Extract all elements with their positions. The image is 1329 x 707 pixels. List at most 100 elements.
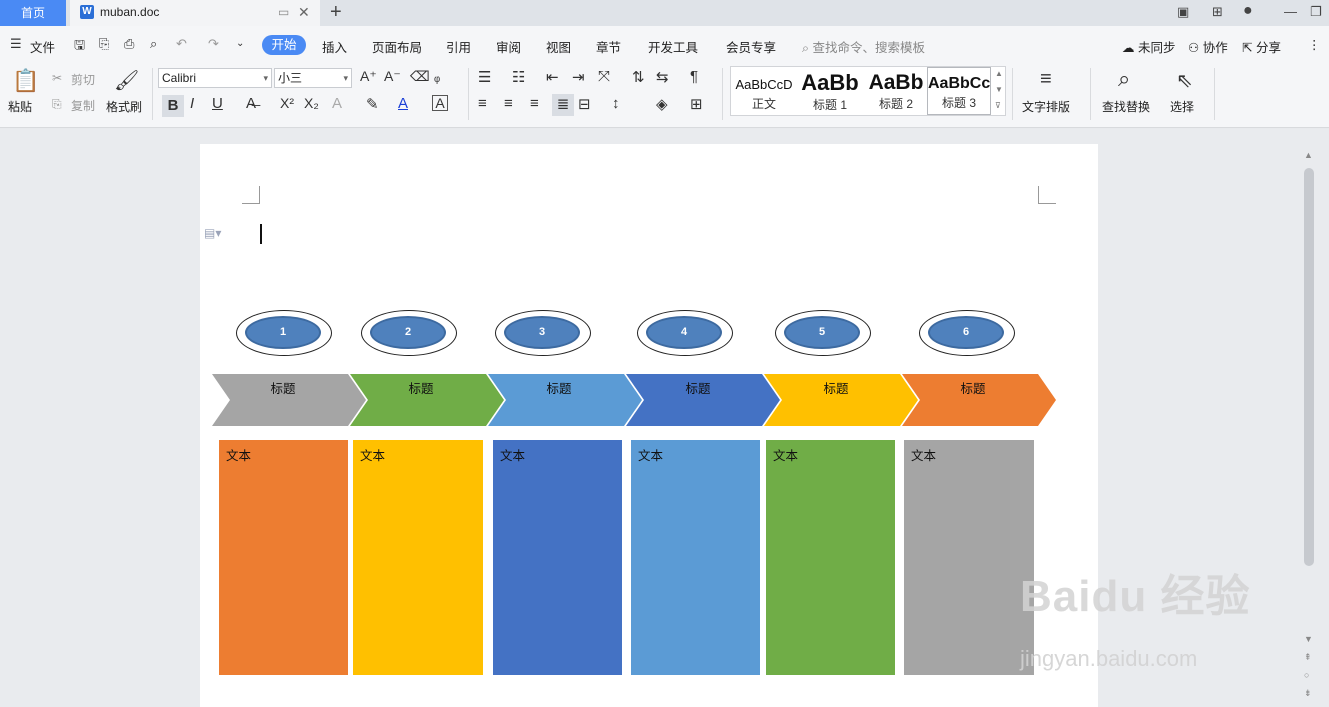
step-oval[interactable]: 6 bbox=[919, 310, 1015, 356]
select-button[interactable]: 选择 bbox=[1170, 98, 1194, 115]
font-color-icon[interactable]: A bbox=[398, 95, 408, 112]
align-center-icon[interactable]: ≡ bbox=[504, 95, 513, 112]
redo-icon[interactable]: ↷ bbox=[208, 36, 219, 52]
export-pdf-icon[interactable]: ⎘ bbox=[99, 36, 109, 52]
copy-button[interactable]: 复制 bbox=[71, 97, 95, 114]
step-oval[interactable]: 1 bbox=[236, 310, 332, 356]
format-painter-button[interactable]: 格式刷 bbox=[106, 98, 142, 115]
tab-page-layout[interactable]: 页面布局 bbox=[372, 37, 422, 56]
step-text-box[interactable]: 文本 bbox=[219, 440, 348, 675]
align-right-icon[interactable]: ≡ bbox=[530, 95, 539, 112]
clipboard-icon[interactable]: 📋 bbox=[12, 68, 39, 94]
scroll-up-icon[interactable]: ▲ bbox=[995, 69, 1003, 78]
show-marks-icon[interactable]: ¶ bbox=[690, 68, 698, 85]
tab-insert[interactable]: 插入 bbox=[322, 37, 347, 56]
step-text-box[interactable]: 文本 bbox=[493, 440, 622, 675]
scroll-down-icon[interactable]: ▼ bbox=[995, 85, 1003, 94]
style-heading-3[interactable]: AaBbCc 标题 3 bbox=[927, 67, 991, 115]
magnifier-icon[interactable]: ⌕ bbox=[1118, 66, 1130, 92]
tab-view[interactable]: 视图 bbox=[546, 37, 571, 56]
tab-developer[interactable]: 开发工具 bbox=[648, 37, 698, 56]
step-oval[interactable]: 5 bbox=[775, 310, 871, 356]
strikethrough-icon[interactable]: A̶ bbox=[246, 95, 256, 112]
phonetic-guide-icon[interactable]: ᵩ bbox=[434, 68, 440, 84]
cut-button[interactable]: 剪切 bbox=[71, 71, 95, 88]
shrink-font-icon[interactable]: A⁻ bbox=[384, 68, 401, 85]
grow-font-icon[interactable]: A⁺ bbox=[360, 68, 377, 85]
subscript-icon[interactable]: X₂ bbox=[304, 95, 319, 111]
font-name-select[interactable]: Calibri ▾ bbox=[158, 68, 272, 88]
sync-status[interactable]: ☁ 未同步 bbox=[1122, 37, 1176, 56]
justify-icon[interactable]: ≣ bbox=[552, 94, 574, 116]
numbered-list-icon[interactable]: ☷ bbox=[512, 68, 525, 86]
save-icon[interactable]: 🖫 bbox=[74, 36, 85, 58]
distribute-icon[interactable]: ⊟ bbox=[578, 95, 591, 113]
step-text-box[interactable]: 文本 bbox=[631, 440, 760, 675]
paragraph-layout-icon[interactable]: ▤▾ bbox=[204, 226, 221, 240]
align-left-icon[interactable]: ≡ bbox=[478, 95, 487, 112]
tab-references[interactable]: 引用 bbox=[446, 37, 471, 56]
find-replace-button[interactable]: 查找替换 bbox=[1102, 98, 1150, 115]
clear-format-icon[interactable]: ⌫ bbox=[410, 68, 430, 85]
bold-icon[interactable]: B bbox=[162, 95, 184, 117]
sort-icon[interactable]: ⇅ bbox=[632, 68, 645, 86]
new-tab-button[interactable]: + bbox=[330, 0, 342, 24]
text-effect-icon[interactable]: A bbox=[332, 95, 342, 112]
more-icon[interactable]: ⋮ bbox=[1308, 37, 1321, 52]
close-tab-icon[interactable]: ✕ bbox=[298, 0, 310, 24]
style-normal[interactable]: AaBbCcD 正文 bbox=[731, 67, 797, 115]
format-painter-icon[interactable]: 🖌 bbox=[114, 68, 139, 93]
print-icon[interactable]: ⎙ bbox=[124, 36, 134, 52]
print-preview-icon[interactable]: ⌕ bbox=[150, 36, 157, 52]
tab-review[interactable]: 审阅 bbox=[496, 37, 521, 56]
tab-section[interactable]: 章节 bbox=[596, 37, 621, 56]
char-border-icon[interactable]: A bbox=[432, 95, 448, 111]
grid-icon[interactable]: ⊞ bbox=[1212, 4, 1223, 20]
menu-file[interactable]: 文件 bbox=[30, 37, 55, 56]
text-layout-button[interactable]: 文字排版 bbox=[1022, 98, 1070, 115]
tab-home-ribbon[interactable]: 开始 bbox=[262, 35, 306, 55]
prev-page-icon[interactable]: ⇞ bbox=[1304, 652, 1312, 663]
chinese-layout-icon[interactable]: ⤧ bbox=[598, 68, 610, 85]
expand-gallery-icon[interactable]: ⊽ bbox=[995, 101, 1001, 110]
scroll-down-arrow-icon[interactable]: ▼ bbox=[1304, 634, 1313, 644]
select-browse-object-icon[interactable]: ○ bbox=[1304, 670, 1309, 680]
text-direction-icon[interactable]: ⇆ bbox=[656, 68, 669, 86]
restore-icon[interactable]: ❐ bbox=[1310, 4, 1322, 20]
italic-icon[interactable]: I bbox=[190, 95, 194, 112]
customize-chevron-icon[interactable]: ⌄ bbox=[236, 38, 244, 49]
paste-button[interactable]: 粘贴 bbox=[8, 98, 32, 115]
share-button[interactable]: ⇱ 分享 bbox=[1242, 37, 1281, 56]
step-oval[interactable]: 2 bbox=[361, 310, 457, 356]
cursor-arrow-icon[interactable]: ⇖ bbox=[1176, 68, 1193, 93]
style-heading-1[interactable]: AaBb 标题 1 bbox=[797, 67, 863, 115]
avatar[interactable]: ● bbox=[1243, 2, 1253, 20]
step-text-box[interactable]: 文本 bbox=[353, 440, 483, 675]
style-heading-2[interactable]: AaBb 标题 2 bbox=[863, 67, 929, 115]
tab-membership[interactable]: 会员专享 bbox=[726, 37, 776, 56]
next-page-icon[interactable]: ⇟ bbox=[1304, 688, 1312, 699]
minimize-icon[interactable]: — bbox=[1284, 4, 1297, 19]
underline-icon[interactable]: U bbox=[212, 95, 223, 112]
shading-icon[interactable]: ◈ bbox=[656, 95, 668, 113]
step-text-box[interactable]: 文本 bbox=[766, 440, 895, 675]
step-oval[interactable]: 4 bbox=[637, 310, 733, 356]
step-text-box[interactable]: 文本 bbox=[904, 440, 1034, 675]
pin-icon[interactable]: ▭ bbox=[278, 0, 289, 24]
scrollbar-thumb[interactable] bbox=[1304, 168, 1314, 566]
step-oval[interactable]: 3 bbox=[495, 310, 591, 356]
highlight-icon[interactable]: ✎ bbox=[366, 95, 379, 113]
bullet-list-icon[interactable]: ☰ bbox=[478, 68, 491, 86]
decrease-indent-icon[interactable]: ⇤ bbox=[546, 68, 559, 86]
scroll-up-arrow-icon[interactable]: ▲ bbox=[1304, 150, 1313, 160]
tab-document[interactable]: W muban.doc ▭ ✕ bbox=[70, 0, 320, 26]
undo-icon[interactable]: ↶ bbox=[176, 36, 187, 52]
increase-indent-icon[interactable]: ⇥ bbox=[572, 68, 585, 86]
tab-home[interactable]: 首页 bbox=[0, 0, 66, 26]
collaborate-button[interactable]: ⚇ 协作 bbox=[1188, 37, 1228, 56]
command-search[interactable]: ⌕ 查找命令、搜索模板 bbox=[802, 37, 925, 56]
layout-icon[interactable]: ▣ bbox=[1177, 4, 1189, 20]
font-size-select[interactable]: 小三 ▾ bbox=[274, 68, 352, 88]
hamburger-icon[interactable]: ☰ bbox=[10, 36, 22, 52]
superscript-icon[interactable]: X² bbox=[280, 95, 294, 111]
